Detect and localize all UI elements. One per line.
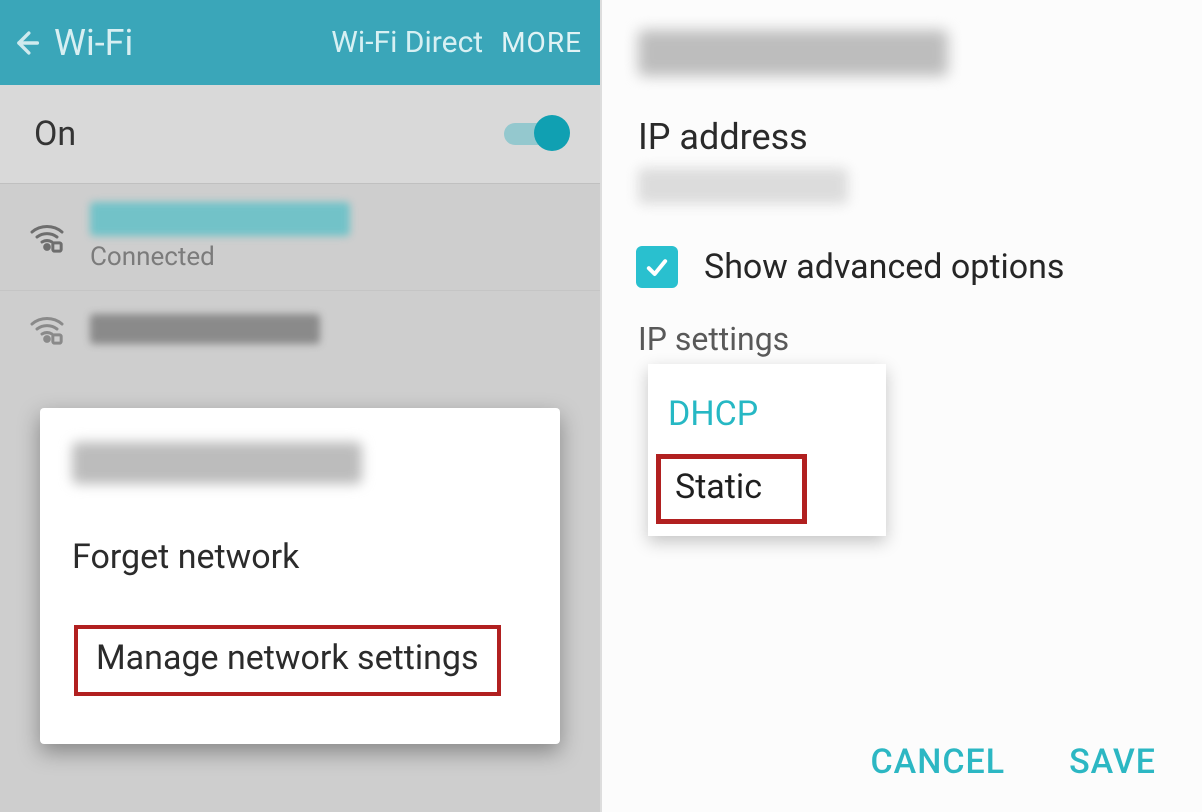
checkbox-checked-icon[interactable] <box>636 246 678 288</box>
manage-network-option[interactable]: Manage network settings <box>48 601 552 720</box>
page-title: Wi-Fi <box>54 22 133 64</box>
dialog-actions: CANCEL SAVE <box>870 742 1156 782</box>
dialog-ssid-redacted <box>638 30 948 76</box>
ip-address-label: IP address <box>638 116 1174 158</box>
ip-settings-dropdown[interactable]: DHCP Static <box>648 364 886 536</box>
save-button[interactable]: SAVE <box>1069 742 1156 782</box>
ip-settings-label: IP settings <box>638 320 1174 358</box>
back-arrow-icon[interactable] <box>0 17 52 69</box>
highlight-box: Manage network settings <box>74 625 501 696</box>
app-bar: Wi-Fi Wi-Fi Direct MORE <box>0 0 600 85</box>
wifi-settings-screen: Wi-Fi Wi-Fi Direct MORE On Connected <box>0 0 602 812</box>
network-context-menu: Forget network Manage network settings <box>40 408 560 744</box>
ip-option-dhcp[interactable]: DHCP <box>648 376 886 452</box>
highlight-box: Static <box>656 454 807 524</box>
show-advanced-row[interactable]: Show advanced options <box>636 246 1174 288</box>
popup-ssid-redacted <box>72 442 362 484</box>
network-config-dialog: IP address Show advanced options IP sett… <box>602 0 1202 812</box>
wifi-direct-link[interactable]: Wi-Fi Direct <box>331 25 483 60</box>
cancel-button[interactable]: CANCEL <box>870 742 1005 782</box>
ip-option-static[interactable]: Static <box>675 467 762 507</box>
more-menu[interactable]: MORE <box>501 26 582 59</box>
ip-address-value-redacted <box>638 168 848 204</box>
show-advanced-label: Show advanced options <box>704 247 1064 287</box>
forget-network-option[interactable]: Forget network <box>48 514 552 601</box>
